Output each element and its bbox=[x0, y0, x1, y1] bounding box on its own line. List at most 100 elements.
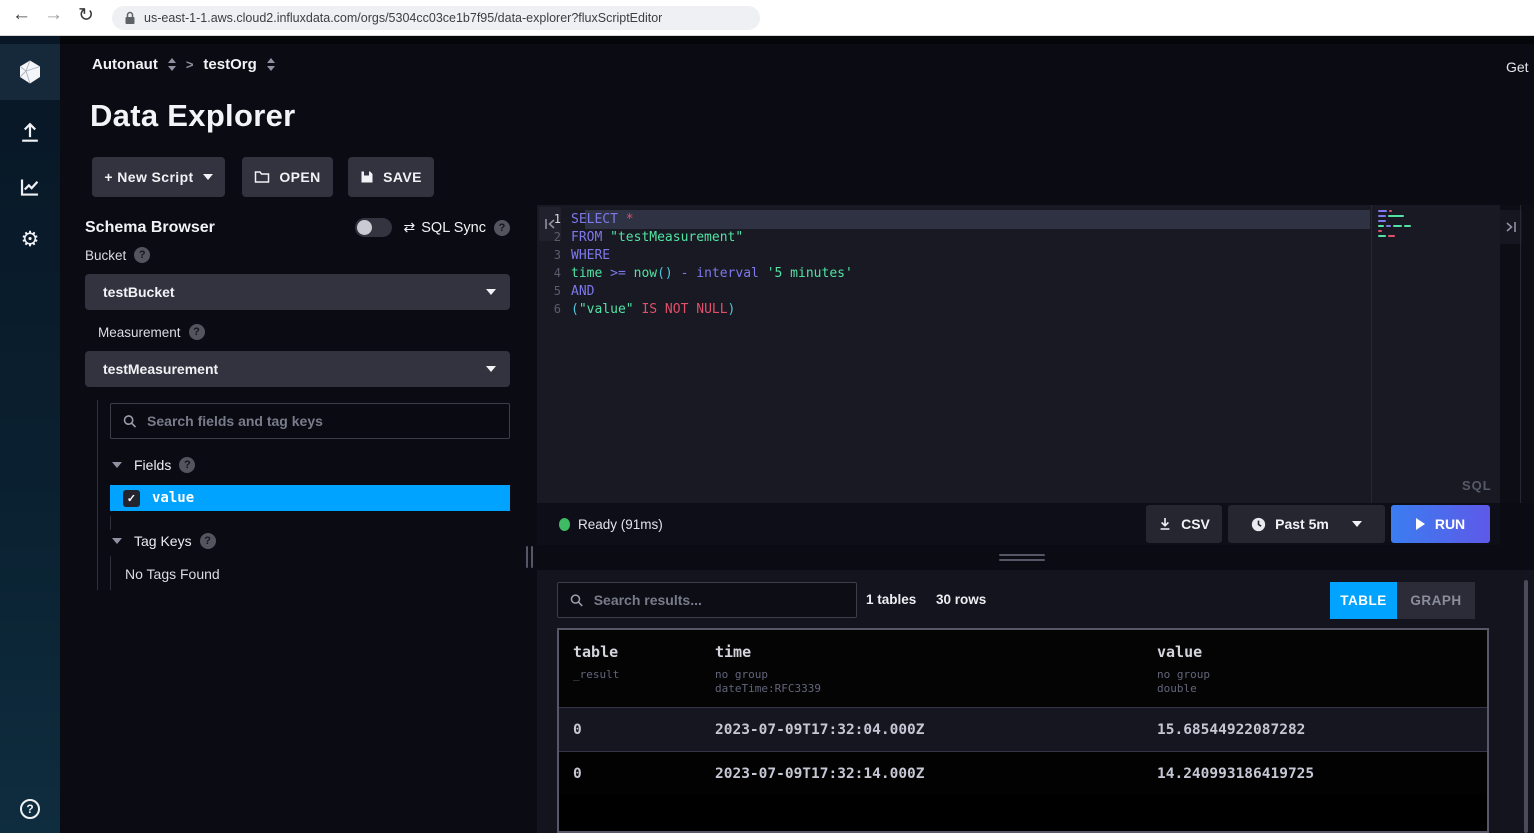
upgrade-banner-text[interactable]: Get bbox=[1506, 59, 1529, 75]
tree-guide-line bbox=[97, 400, 98, 590]
code-line: 5 AND bbox=[537, 282, 1367, 300]
measurement-help-icon[interactable]: ? bbox=[189, 324, 205, 340]
org-dropdown[interactable]: testOrg bbox=[203, 56, 256, 73]
chevron-down-icon bbox=[486, 289, 496, 295]
influxdb-cube-icon bbox=[17, 59, 43, 85]
column-table: table _result bbox=[573, 643, 715, 707]
run-label: RUN bbox=[1435, 516, 1465, 532]
new-script-button[interactable]: + New Script bbox=[92, 157, 225, 197]
csv-label: CSV bbox=[1181, 516, 1210, 532]
rows-count: 30 rows bbox=[936, 592, 986, 607]
sql-sync-label: SQL Sync bbox=[421, 220, 486, 236]
sql-sync-help-icon[interactable]: ? bbox=[494, 220, 510, 236]
vertical-splitter-handle[interactable] bbox=[526, 546, 533, 568]
column-value: value no groupdouble bbox=[1157, 643, 1487, 707]
url-text: us-east-1-1.aws.cloud2.influxdata.com/or… bbox=[144, 11, 662, 25]
gear-icon: ⚙ bbox=[21, 227, 40, 252]
time-range-dropdown[interactable]: Past 5m bbox=[1228, 505, 1385, 543]
status-text: Ready (91ms) bbox=[578, 517, 663, 532]
data-explorer-nav-item[interactable] bbox=[0, 172, 60, 202]
account-caret-icon[interactable] bbox=[168, 58, 176, 71]
save-label: SAVE bbox=[383, 169, 422, 185]
bucket-select[interactable]: testBucket bbox=[85, 274, 510, 310]
tag-keys-section-row: Tag Keys ? bbox=[112, 533, 216, 549]
measurement-select[interactable]: testMeasurement bbox=[85, 351, 510, 387]
schema-browser-title: Schema Browser bbox=[85, 219, 215, 237]
editor-minimap[interactable] bbox=[1378, 210, 1414, 240]
settings-nav-item[interactable]: ⚙ bbox=[0, 224, 60, 254]
chevron-down-icon bbox=[1352, 521, 1362, 527]
toggle-knob bbox=[357, 220, 372, 235]
collapse-caret-icon[interactable] bbox=[112, 538, 122, 544]
run-button[interactable]: RUN bbox=[1391, 505, 1490, 543]
influxdb-logo[interactable] bbox=[0, 44, 60, 100]
field-item-value[interactable]: ✓ value bbox=[110, 485, 510, 511]
chevron-down-icon bbox=[203, 174, 213, 180]
download-icon bbox=[1158, 517, 1172, 531]
code-line: 1 SELECT * bbox=[537, 210, 1367, 228]
status-dot-icon bbox=[559, 518, 570, 531]
schema-browser-header: Schema Browser ⇄ SQL Sync ? bbox=[85, 218, 510, 237]
language-badge: SQL bbox=[1462, 478, 1492, 493]
schema-search[interactable] bbox=[110, 403, 510, 439]
new-script-label: + New Script bbox=[104, 169, 193, 185]
page-title: Data Explorer bbox=[90, 98, 295, 134]
tag-keys-help-icon[interactable]: ? bbox=[200, 533, 216, 549]
org-caret-icon[interactable] bbox=[267, 58, 275, 71]
tree-guide-line bbox=[110, 516, 111, 530]
open-button[interactable]: OPEN bbox=[242, 157, 333, 197]
results-search-input[interactable] bbox=[594, 592, 844, 608]
line-chart-icon bbox=[19, 176, 41, 198]
collapse-right-button[interactable] bbox=[1500, 210, 1522, 244]
play-icon bbox=[1416, 518, 1425, 530]
code-line: 6 ("value" IS NOT NULL) bbox=[537, 300, 1367, 318]
nav-sidebar: ⚙ ? bbox=[0, 36, 60, 833]
table-header-row: table _result time no groupdateTime:RFC3… bbox=[559, 630, 1487, 707]
no-tags-text: No Tags Found bbox=[125, 566, 220, 582]
bucket-help-icon[interactable]: ? bbox=[134, 247, 150, 263]
account-dropdown[interactable]: Autonaut bbox=[92, 56, 158, 73]
clock-icon bbox=[1251, 517, 1266, 532]
horizontal-splitter-handle[interactable] bbox=[999, 554, 1045, 561]
save-icon bbox=[360, 170, 374, 184]
results-panel: 1 tables 30 rows TABLE GRAPH table _resu… bbox=[537, 570, 1534, 833]
app-top-strip bbox=[0, 36, 1534, 44]
address-bar[interactable]: us-east-1-1.aws.cloud2.influxdata.com/or… bbox=[112, 6, 760, 30]
results-table: table _result time no groupdateTime:RFC3… bbox=[557, 628, 1489, 833]
schema-search-input[interactable] bbox=[147, 413, 497, 429]
browser-back-icon[interactable]: ← bbox=[12, 4, 31, 26]
sql-sync-toggle[interactable] bbox=[355, 218, 392, 237]
upload-icon bbox=[19, 122, 41, 144]
save-button[interactable]: SAVE bbox=[348, 157, 434, 197]
chevron-down-icon bbox=[486, 366, 496, 372]
editor-right-strip bbox=[1500, 205, 1534, 503]
results-scrollbar[interactable] bbox=[1524, 580, 1528, 833]
fields-label: Fields bbox=[134, 457, 171, 473]
checkbox-checked-icon[interactable]: ✓ bbox=[123, 490, 140, 507]
browser-reload-icon[interactable]: ↻ bbox=[78, 4, 94, 27]
csv-download-button[interactable]: CSV bbox=[1146, 505, 1222, 543]
search-icon bbox=[570, 593, 584, 608]
code-line: 4 time >= now() - interval '5 minutes' bbox=[537, 264, 1367, 282]
fields-help-icon[interactable]: ? bbox=[179, 457, 195, 473]
bucket-label: Bucket bbox=[85, 248, 126, 263]
folder-icon bbox=[254, 170, 270, 184]
tab-graph[interactable]: GRAPH bbox=[1397, 582, 1475, 619]
results-search[interactable] bbox=[557, 582, 857, 618]
collapse-caret-icon[interactable] bbox=[112, 462, 122, 468]
search-icon bbox=[123, 414, 137, 429]
tab-table[interactable]: TABLE bbox=[1330, 582, 1397, 619]
tag-keys-label: Tag Keys bbox=[134, 533, 192, 549]
sql-sync-icon: ⇄ bbox=[404, 219, 416, 236]
measurement-label: Measurement bbox=[98, 325, 181, 340]
help-nav-item[interactable]: ? bbox=[0, 794, 60, 824]
sql-editor[interactable]: 1 SELECT * 2 FROM "testMeasurement" 3 WH… bbox=[537, 205, 1534, 503]
fields-section-row: Fields ? bbox=[112, 457, 195, 473]
load-data-nav-item[interactable] bbox=[0, 118, 60, 148]
browser-forward-icon[interactable]: → bbox=[44, 4, 63, 26]
editor-lines: 1 SELECT * 2 FROM "testMeasurement" 3 WH… bbox=[537, 210, 1367, 318]
collapse-right-icon bbox=[1505, 221, 1517, 233]
browser-chrome: ← → ↻ us-east-1-1.aws.cloud2.influxdata.… bbox=[0, 0, 1534, 36]
tables-count: 1 tables bbox=[866, 592, 916, 607]
breadcrumb-separator: > bbox=[186, 57, 194, 72]
